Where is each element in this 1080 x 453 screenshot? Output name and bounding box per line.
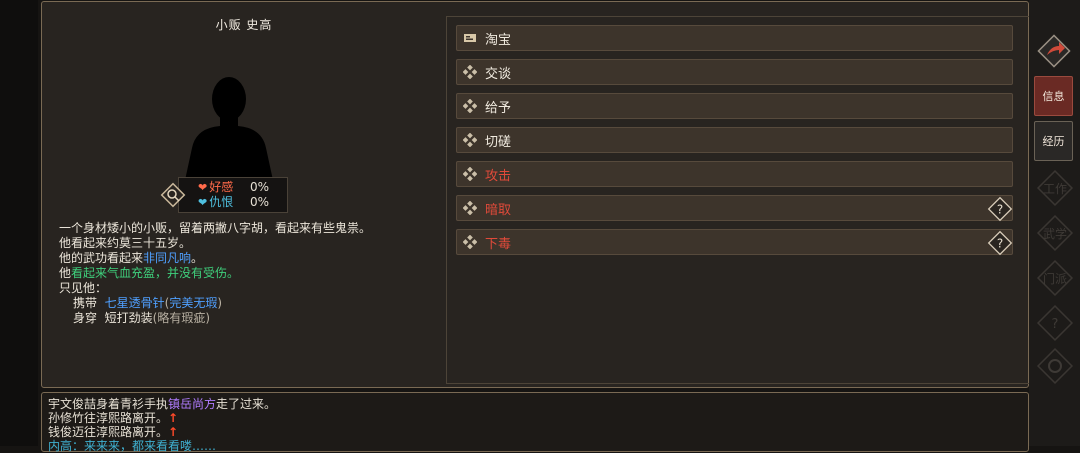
desc-line: 只见他：: [59, 281, 108, 295]
menu-item-steal[interactable]: 暗取 ?: [456, 195, 1014, 223]
right-sidebar: 信息 经历 工作 武学 门派 ?: [1029, 0, 1080, 446]
heart-icon: ❤: [198, 181, 208, 194]
menu-label: 淘宝: [485, 32, 512, 48]
svg-text:?: ?: [1052, 317, 1059, 332]
log-text: 宇文俊喆身着青衫手执: [48, 397, 169, 411]
sect-icon[interactable]: 门派: [1035, 258, 1075, 298]
menu-label: 暗取: [485, 202, 512, 218]
menu-item-spar[interactable]: 切磋: [456, 127, 1013, 153]
log-line: 孙修竹往淳熙路离开。↑: [48, 411, 1028, 425]
martial-level: 非同凡响: [143, 251, 192, 265]
log-text: 孙修竹往淳熙路离开。: [48, 411, 169, 425]
diamond-icon: [463, 99, 477, 113]
desc-line: 他看起来气血充盈，并没有受伤。: [59, 266, 429, 281]
favor-label: 好感: [209, 180, 234, 194]
menu-label: 切磋: [485, 134, 512, 150]
menu-item-give[interactable]: 给予: [456, 93, 1013, 119]
desc-text: 。: [191, 251, 204, 265]
up-arrow-icon: ↑: [168, 425, 179, 439]
sect-label: 门派: [1043, 271, 1067, 286]
diamond-icon: [463, 133, 477, 147]
desc-line: 他的武功看起来非同凡响。: [59, 251, 429, 266]
menu-label: 下毒: [485, 236, 512, 252]
diamond-icon: [463, 201, 477, 215]
log-line: 内高：来来来，都来看看喽……: [48, 439, 217, 453]
desc-line: 他看起来约莫三十五岁。: [59, 236, 192, 250]
carry-quality: 完美无瑕: [169, 296, 218, 310]
diamond-icon: [463, 235, 477, 249]
log-line: 钱俊迈往淳熙路离开。↑: [48, 425, 1028, 439]
favor-value: 0%: [250, 180, 270, 194]
help-icon[interactable]: ?: [986, 195, 1014, 223]
log-text: 钱俊迈往淳熙路离开。: [48, 425, 169, 439]
work-label: 工作: [1043, 182, 1067, 196]
desc-text: 他: [59, 266, 72, 280]
health-status: 看起来气血充盈，并没有受伤。: [71, 266, 240, 280]
log-text: 走了过来。: [216, 397, 277, 411]
weapon-name[interactable]: 镇岳尚方: [168, 397, 216, 411]
carry-label: 携带: [73, 296, 98, 310]
diamond-icon: [463, 167, 477, 181]
question-icon[interactable]: ?: [1035, 303, 1075, 343]
info-tab-button[interactable]: 信息: [1034, 76, 1073, 116]
left-edge: [0, 0, 38, 446]
martial-label: 武学: [1043, 226, 1067, 241]
favor-row: ❤ 好感 0%: [198, 180, 269, 195]
npc-description: 一个身材矮小的小贩，留着两撇八字胡，看起来有些鬼祟。 他看起来约莫三十五岁。 他…: [59, 221, 429, 326]
share-icon[interactable]: [1035, 32, 1073, 70]
svg-text:?: ?: [997, 203, 1003, 217]
menu-item-shop[interactable]: 淘宝: [456, 25, 1013, 51]
log-line: 宇文俊喆身着青衫手执镇岳尚方走了过来。: [48, 397, 1028, 411]
carry-item[interactable]: 七星透骨针: [105, 296, 165, 310]
heart-icon: ❤: [198, 196, 208, 209]
wear-label: 身穿: [73, 311, 98, 325]
wear-line: 身穿 短打劲装(略有瑕疵): [59, 311, 429, 326]
up-arrow-icon: ↑: [168, 411, 179, 425]
menu-item-attack[interactable]: 攻击: [456, 161, 1013, 187]
desc-line: 一个身材矮小的小贩，留着两撇八字胡，看起来有些鬼祟。: [59, 221, 372, 235]
work-icon[interactable]: 工作: [1035, 168, 1075, 208]
martial-icon[interactable]: 武学: [1035, 213, 1075, 253]
message-log: 宇文俊喆身着青衫手执镇岳尚方走了过来。 孙修竹往淳熙路离开。↑ 钱俊迈往淳熙路离…: [41, 392, 1029, 453]
menu-item-talk[interactable]: 交谈: [456, 59, 1013, 85]
relation-icon: [160, 182, 186, 208]
desc-text: 他的武功看起来: [59, 251, 144, 265]
action-menu: 淘宝 交谈 给予 切磋 攻击 暗取 ? 下毒 ?: [446, 16, 1030, 384]
hatred-label: 仇恨: [209, 195, 234, 209]
settings-icon[interactable]: [1035, 346, 1075, 386]
svg-text:?: ?: [997, 237, 1003, 251]
paren: ): [217, 296, 223, 310]
menu-item-poison[interactable]: 下毒 ?: [456, 229, 1014, 257]
hatred-value: 0%: [250, 195, 270, 209]
wear-quality: (略有瑕疵): [152, 311, 211, 325]
npc-info-panel: 小贩 史高 ❤ 好感 0% ❤ 仇恨 0% 一个身材矮小的小贩，留着两撇八字胡，看起…: [41, 1, 1030, 388]
diamond-icon: [463, 65, 477, 79]
treasure-icon: [463, 31, 477, 45]
experience-tab-button[interactable]: 经历: [1034, 121, 1073, 161]
wear-item[interactable]: 短打劲装: [105, 311, 153, 325]
menu-label: 攻击: [485, 168, 512, 184]
carry-line: 携带 七星透骨针(完美无瑕): [59, 296, 429, 311]
menu-label: 交谈: [485, 66, 512, 82]
hatred-row: ❤ 仇恨 0%: [198, 195, 269, 210]
menu-label: 给予: [485, 100, 512, 116]
npc-name: 小贩 史高: [215, 18, 273, 32]
help-icon[interactable]: ?: [986, 229, 1014, 257]
